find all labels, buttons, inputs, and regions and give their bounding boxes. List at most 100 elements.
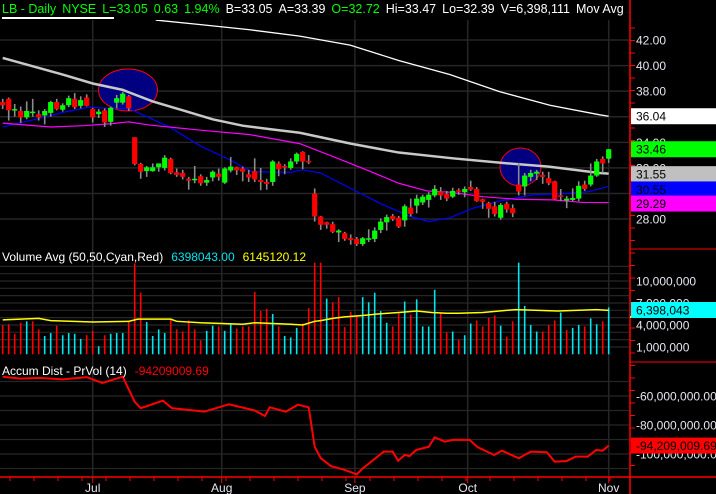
candle-body	[204, 180, 210, 183]
candle	[234, 166, 240, 175]
candle	[330, 221, 336, 234]
low-price: Lo=32.39	[442, 2, 495, 16]
candle-body	[234, 167, 240, 171]
ma-silver-value-label: 31.55	[631, 166, 716, 183]
candle	[576, 181, 582, 202]
study-label[interactable]: Mov Avg 2 Lines (Close ...	[576, 2, 628, 16]
candle	[252, 158, 258, 182]
accum-tick-label: -80,000,000.00	[636, 419, 716, 433]
candle-body	[54, 102, 60, 110]
candle-body	[564, 198, 570, 201]
ma-silver-value-label-text: 31.55	[636, 168, 666, 182]
candle	[78, 96, 84, 109]
candle-body	[174, 172, 180, 175]
candle	[138, 162, 144, 179]
open-price: O=32.72	[331, 2, 380, 16]
accum-legend-title[interactable]: Accum Dist - PrVol (14)	[2, 364, 127, 378]
ma-blue-value-label-text: 30.55	[636, 183, 666, 197]
candle-body	[186, 178, 192, 181]
candle-body	[546, 178, 552, 184]
candle-body	[0, 102, 6, 106]
candle-body	[366, 238, 372, 240]
high-price: Hi=33.47	[385, 2, 437, 16]
candle-body	[90, 109, 96, 118]
candle-body	[6, 98, 12, 111]
candle-body	[528, 173, 534, 177]
candle-body	[558, 195, 564, 197]
candle	[420, 194, 426, 205]
candle-body	[336, 230, 342, 233]
candle	[240, 166, 246, 182]
candle-body	[312, 193, 318, 217]
candle	[306, 155, 312, 165]
candle	[210, 170, 216, 182]
candle-body	[306, 160, 312, 163]
exchange-label: NYSE	[62, 2, 97, 16]
candle-body	[456, 190, 462, 192]
candle	[0, 98, 6, 110]
ma-magenta-value-label-text: 29.29	[636, 197, 666, 211]
candle-body	[348, 238, 354, 241]
candle-body	[180, 173, 186, 177]
candle-body	[258, 180, 264, 182]
candle-body	[120, 93, 126, 103]
candle-body	[222, 168, 228, 183]
candle-body	[42, 110, 48, 116]
candle-body	[96, 111, 102, 115]
moving-average-white-line	[155, 20, 609, 117]
last-price-label-text: 33.46	[636, 143, 666, 157]
candle-body	[402, 206, 408, 221]
volume-tick-label: 1,000,000	[636, 340, 690, 354]
candle	[168, 157, 174, 175]
candle	[492, 201, 498, 217]
candle-body	[576, 185, 582, 199]
candle	[132, 137, 138, 166]
candle-body	[48, 102, 54, 113]
candle-body	[264, 181, 270, 184]
candle	[474, 187, 480, 202]
candle	[558, 189, 564, 202]
candle-body	[30, 111, 36, 114]
candle	[150, 163, 156, 172]
candle-body	[474, 189, 480, 202]
candle	[564, 196, 570, 209]
candle	[366, 229, 372, 243]
candle	[570, 188, 576, 202]
accum-legend: Accum Dist - PrVol (14) -94209009.69	[2, 364, 217, 378]
candle	[468, 180, 474, 191]
volume-legend-value: 6398043.00	[171, 250, 235, 264]
volume-legend-title[interactable]: Volume Avg (50,50,Cyan,Red)	[2, 250, 163, 264]
candle-body	[288, 161, 294, 168]
accum-value-label-text: -94,209,009.69	[636, 439, 716, 453]
candle-body	[540, 174, 546, 177]
volume-bars	[1, 262, 610, 355]
symbol-label[interactable]: LB - Daily	[2, 2, 56, 16]
candle-body	[516, 184, 522, 192]
candle-body	[198, 176, 204, 184]
candle-body	[486, 203, 492, 209]
candle-body	[108, 107, 114, 122]
candle	[30, 98, 36, 117]
header-underline	[2, 17, 114, 19]
candle-body	[324, 222, 330, 225]
candle	[504, 201, 510, 213]
candle-body	[78, 100, 84, 106]
candle	[186, 176, 192, 190]
candle-body	[390, 215, 396, 220]
volume-legend-avg: 6145120.12	[242, 250, 307, 264]
candle	[582, 180, 588, 191]
candle-body	[36, 114, 42, 118]
candle-body	[84, 97, 90, 106]
candle-body	[378, 221, 384, 230]
candle-body	[420, 196, 426, 203]
candle-body	[330, 224, 336, 232]
candle-body	[444, 194, 450, 199]
candle-body	[498, 204, 504, 218]
bid-price: B=33.05	[225, 2, 273, 16]
candle	[432, 185, 438, 198]
candle-body	[600, 158, 606, 164]
candle-body	[276, 163, 282, 170]
candle	[378, 218, 384, 234]
ma-blue-value-label: 30.55	[631, 181, 716, 198]
candle-body	[126, 96, 132, 109]
